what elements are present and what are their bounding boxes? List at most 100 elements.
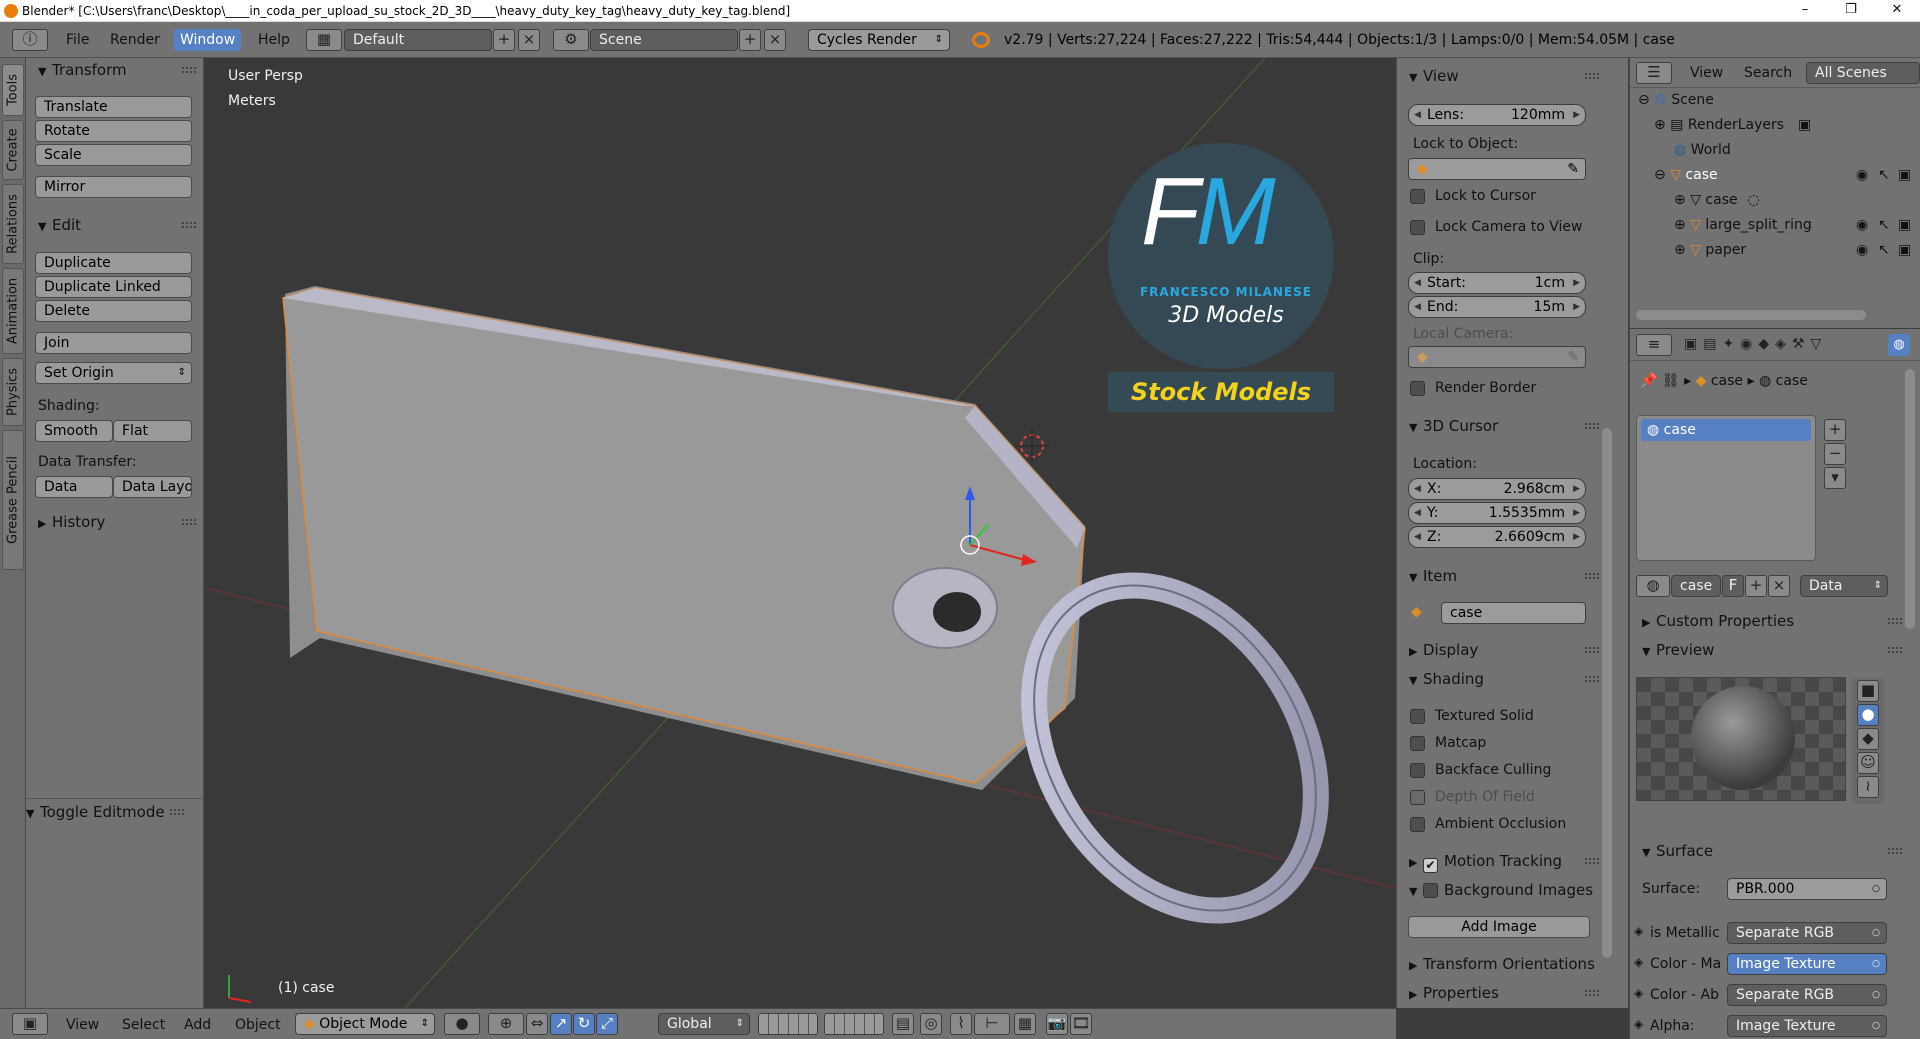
background-images-checkbox[interactable] — [1423, 883, 1438, 898]
collapse-icon[interactable]: ⊖ — [1654, 167, 1666, 183]
item-name-field[interactable]: case — [1441, 602, 1586, 624]
motion-tracking-checkbox[interactable]: ✔ — [1423, 858, 1438, 873]
remove-slot-icon[interactable]: − — [1824, 443, 1846, 465]
add-scene-icon[interactable]: + — [739, 29, 761, 51]
scale-manipulator-icon[interactable]: ⤢ — [596, 1013, 618, 1035]
minimize-button[interactable]: – — [1782, 0, 1828, 22]
grip-icon[interactable] — [1585, 423, 1599, 429]
grip-icon[interactable] — [1888, 848, 1902, 854]
render-engine-select[interactable]: Cycles Render ⇕ — [808, 29, 950, 51]
cursor-x-field[interactable]: ◀ X: 2.968cm ▶ — [1408, 478, 1586, 500]
material-slot-row[interactable]: ◍ case — [1641, 419, 1811, 441]
outliner-scrollbar[interactable] — [1636, 310, 1866, 320]
view-panel-header[interactable]: ▼ View — [1397, 64, 1607, 88]
mirror-button[interactable]: Mirror — [35, 176, 192, 198]
properties-scrollbar[interactable] — [1905, 369, 1915, 629]
3d-viewport[interactable]: User Persp Meters (1) case FM FRANCESCO … — [205, 58, 1395, 1008]
cursor-y-field[interactable]: ◀ Y: 1.5535mm ▶ — [1408, 502, 1586, 524]
preview-type-buttons[interactable]: ■ ● ◆ ☺ ≀ — [1852, 678, 1884, 804]
menu-render[interactable]: Render — [104, 29, 166, 51]
properties-panel-header[interactable]: ▶ Properties — [1397, 981, 1607, 1005]
grip-icon[interactable] — [1585, 647, 1599, 653]
menu-help[interactable]: Help — [252, 29, 296, 51]
tab-tools[interactable]: Tools — [2, 64, 24, 116]
outliner-type-icon[interactable]: ☰ — [1636, 62, 1672, 84]
input-select-color-ab[interactable]: Separate RGB ○ — [1727, 984, 1887, 1006]
n-panel-scrollbar[interactable] — [1602, 428, 1612, 958]
tab-animation[interactable]: Animation — [2, 268, 24, 354]
select-restrict-icon[interactable]: ↖ — [1878, 238, 1890, 263]
eyedropper-icon[interactable]: ✎ — [1567, 159, 1579, 179]
background-images-panel-header[interactable]: ▼ Background Images — [1397, 878, 1607, 902]
add-layout-icon[interactable]: + — [493, 29, 515, 51]
lock-to-cursor-checkbox[interactable] — [1410, 189, 1425, 204]
close-button[interactable]: ✕ — [1874, 0, 1920, 22]
textured-solid-checkbox[interactable] — [1410, 709, 1425, 724]
layer-buttons-a[interactable] — [758, 1013, 818, 1035]
menu-file[interactable]: File — [60, 29, 95, 51]
surface-header[interactable]: ▼ Surface — [1630, 839, 1910, 863]
select-restrict-icon[interactable]: ↖ — [1878, 213, 1890, 238]
item-panel-header[interactable]: ▼ Item — [1397, 564, 1607, 588]
scale-button[interactable]: Scale — [35, 144, 192, 166]
rotate-manipulator-icon[interactable]: ↻ — [573, 1013, 595, 1035]
snap-toggle-icon[interactable]: ⌇ — [950, 1013, 972, 1035]
pin-icon[interactable]: 📌 — [1640, 373, 1657, 389]
render-restrict-icon[interactable]: ▣ — [1798, 117, 1811, 133]
duplicate-linked-button[interactable]: Duplicate Linked — [35, 276, 192, 298]
ambient-occlusion-checkbox[interactable] — [1410, 817, 1425, 832]
grip-icon[interactable] — [1585, 73, 1599, 79]
menu-object[interactable]: Object — [235, 1017, 281, 1033]
info-icon[interactable]: ⓘ — [12, 29, 48, 51]
material-slot-list[interactable]: ◍ case — [1636, 415, 1816, 561]
input-select-metallic[interactable]: Separate RGB ○ — [1727, 922, 1887, 944]
viewport-shading-icon[interactable]: ● — [444, 1013, 480, 1035]
menu-add[interactable]: Add — [184, 1017, 211, 1033]
remove-scene-icon[interactable]: × — [764, 29, 786, 51]
join-button[interactable]: Join — [35, 332, 192, 354]
select-restrict-icon[interactable]: ↖ — [1878, 163, 1890, 188]
operator-panel-header[interactable]: ▼ Toggle Editmode — [14, 800, 192, 824]
outliner-menu-search[interactable]: Search — [1738, 62, 1798, 84]
manipulator-toggle-icon[interactable]: ⇔ — [526, 1013, 548, 1035]
matcap-checkbox[interactable] — [1410, 736, 1425, 751]
visibility-eye-icon[interactable]: ◉ — [1856, 213, 1868, 238]
properties-type-icon[interactable]: ≡ — [1636, 334, 1672, 356]
expand-icon[interactable]: ⊕ — [1674, 192, 1686, 208]
grip-icon[interactable] — [182, 519, 196, 525]
flat-button[interactable]: Flat — [113, 420, 192, 442]
cursor-z-field[interactable]: ◀ Z: 2.6609cm ▶ — [1408, 526, 1586, 548]
remove-layout-icon[interactable]: × — [518, 29, 540, 51]
grip-icon[interactable] — [170, 809, 184, 815]
outliner-row-case-mesh[interactable]: ⊕ ▽ case ◌ — [1630, 188, 1920, 213]
properties-context-tabs[interactable]: ▣▤✦◉◆◈⚒▽ — [1684, 336, 1827, 352]
custom-properties-header[interactable]: ▶ Custom Properties — [1630, 609, 1910, 633]
slot-menu-icon[interactable]: ▾ — [1824, 467, 1846, 489]
pivot-point-icon[interactable]: ⊕ — [488, 1013, 524, 1035]
grip-icon[interactable] — [182, 67, 196, 73]
collapse-icon[interactable]: ⊖ — [1638, 92, 1650, 108]
browse-material-icon[interactable]: ◍ — [1636, 575, 1670, 597]
input-select-color-ma[interactable]: Image Texture ○ — [1727, 953, 1887, 975]
material-name-field[interactable]: case — [1671, 575, 1721, 597]
grip-icon[interactable] — [1585, 573, 1599, 579]
clip-start-field[interactable]: ◀ Start: 1cm ▶ — [1408, 272, 1586, 294]
tab-grease-pencil[interactable]: Grease Pencil — [2, 430, 24, 570]
maximize-button[interactable]: ❐ — [1828, 0, 1874, 22]
transform-panel-header[interactable]: ▼ Transform — [26, 58, 204, 82]
visibility-eye-icon[interactable]: ◉ — [1856, 238, 1868, 263]
grip-icon[interactable] — [1585, 990, 1599, 996]
unlink-material-icon[interactable]: × — [1768, 575, 1790, 597]
translate-button[interactable]: Translate — [35, 96, 192, 118]
preview-plane-icon[interactable]: ■ — [1857, 680, 1879, 702]
screen-layout-field[interactable]: Default — [344, 29, 492, 51]
set-origin-select[interactable]: Set Origin ⇕ — [35, 362, 192, 384]
scene-icon[interactable]: ⚙ — [553, 29, 589, 51]
layer-lock-icon[interactable]: ▤ — [892, 1013, 914, 1035]
preview-header[interactable]: ▼ Preview — [1630, 638, 1910, 662]
preview-sphere-icon[interactable]: ● — [1857, 704, 1879, 726]
outliner-row-world[interactable]: ◍ World — [1630, 138, 1920, 163]
render-restrict-icon[interactable]: ▣ — [1898, 213, 1911, 238]
screen-layout-icon[interactable]: ▦ — [306, 29, 342, 51]
menu-select[interactable]: Select — [122, 1017, 165, 1033]
